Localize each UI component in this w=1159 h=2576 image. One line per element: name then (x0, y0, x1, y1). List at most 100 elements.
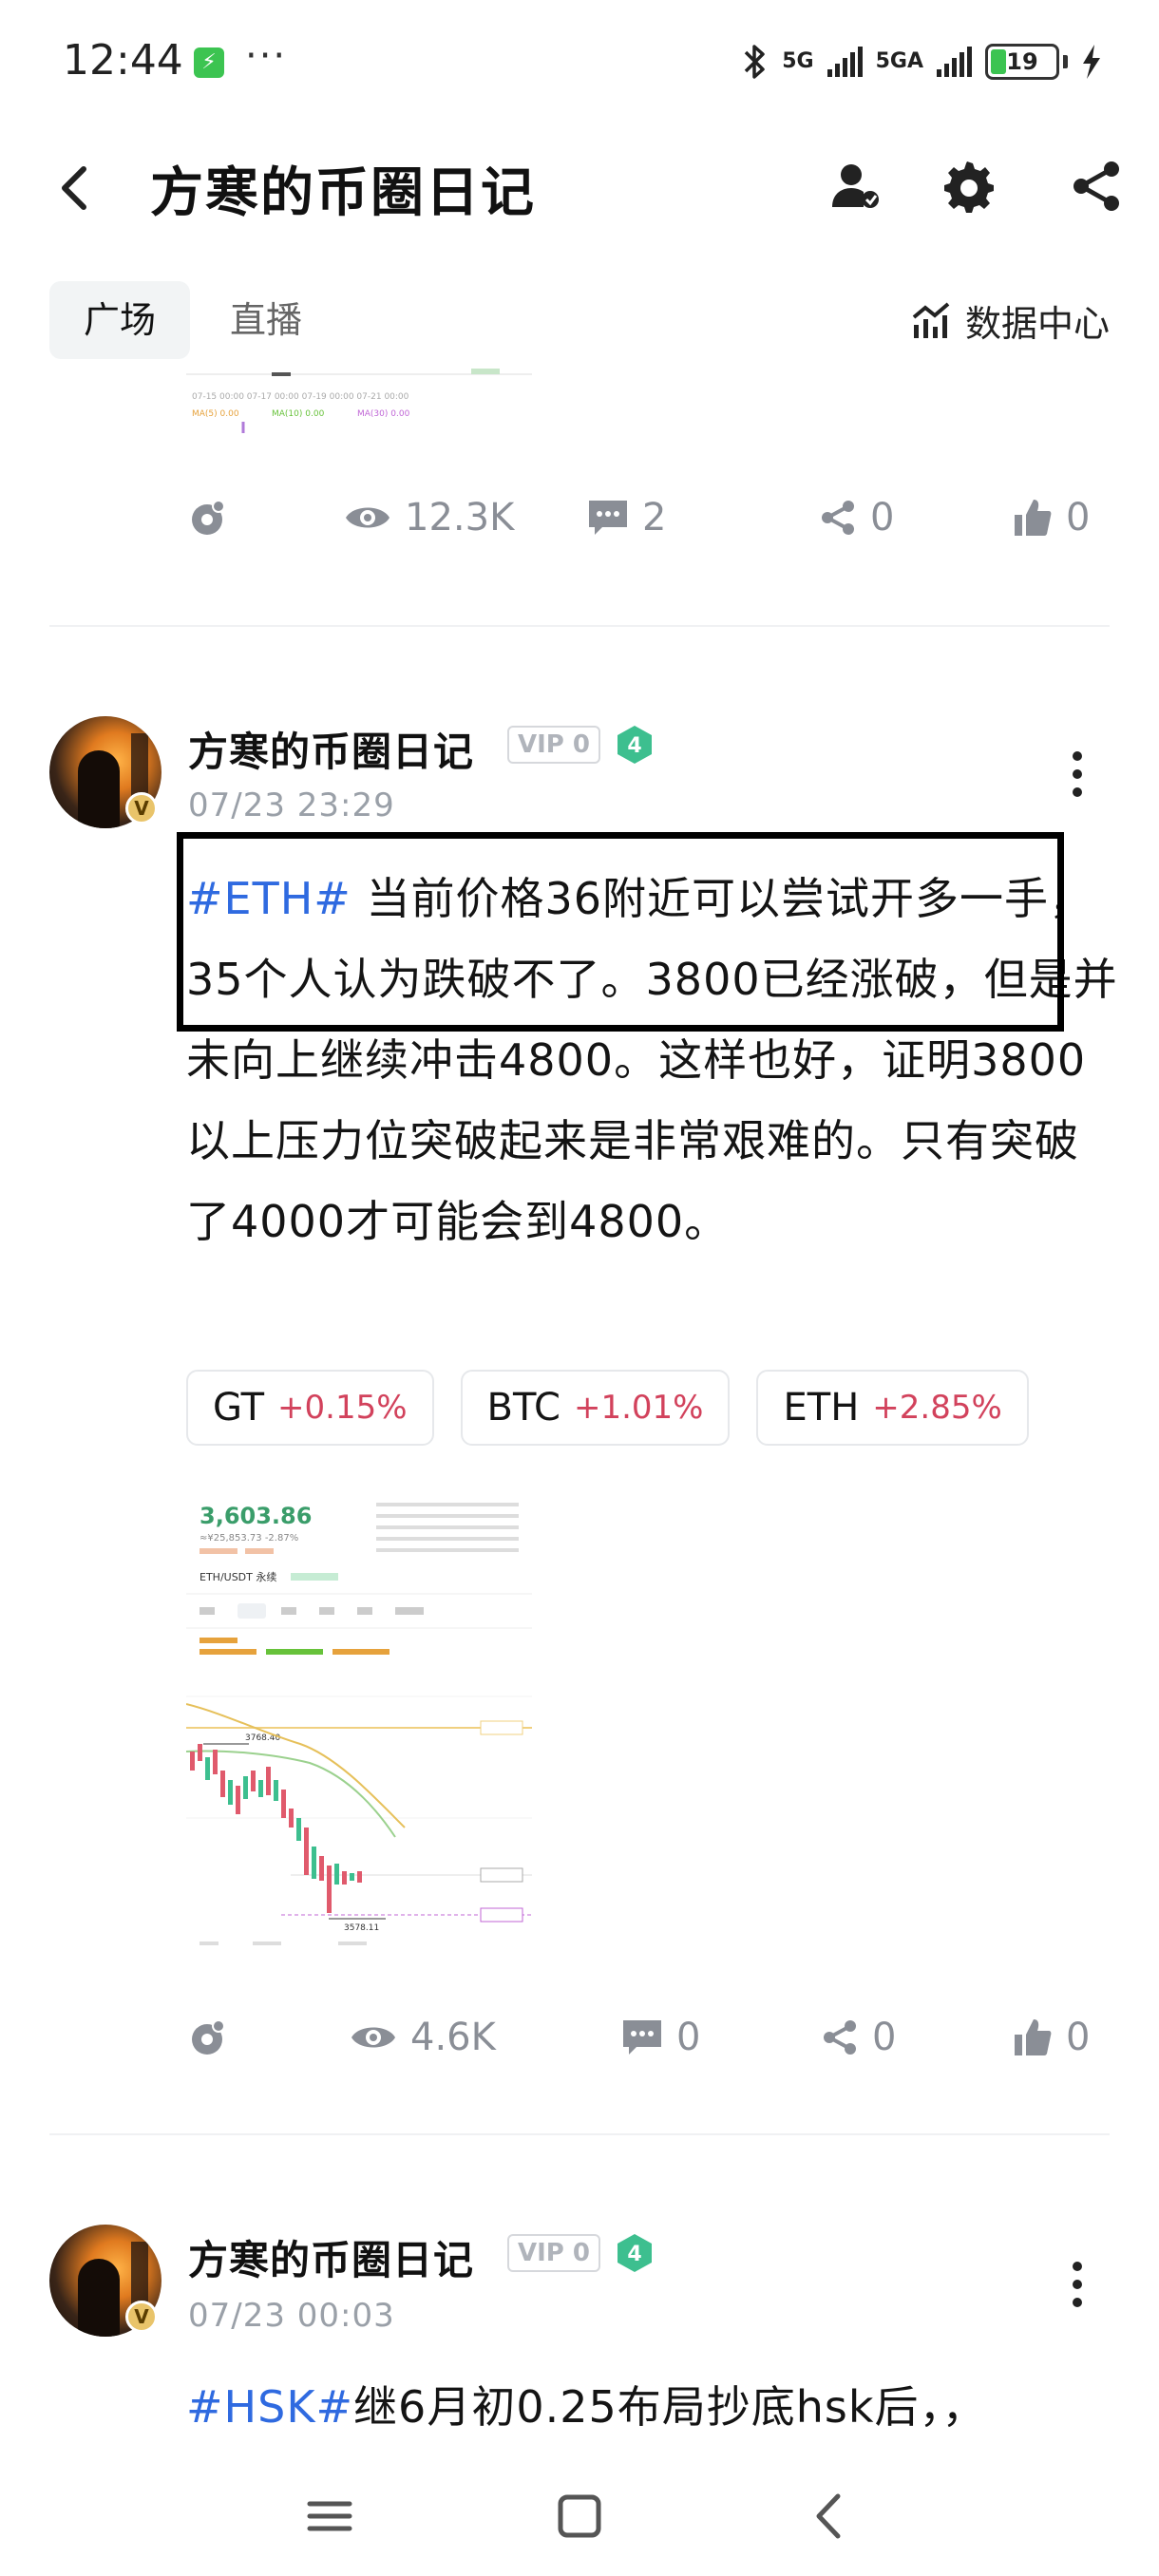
coin-change: +2.85% (872, 1389, 1002, 1427)
network-label-2: 5GA (875, 49, 923, 73)
eye-icon (346, 507, 390, 528)
shares-value: 0 (872, 2016, 897, 2059)
level-badge-icon: 4 (618, 726, 652, 764)
level-value: 4 (627, 2243, 641, 2266)
tab-bar: 广场 直播 数据中心 (0, 281, 1159, 367)
coin-change: +1.01% (573, 1389, 704, 1427)
settings-gear-icon[interactable] (937, 156, 998, 217)
repost-button[interactable] (186, 2004, 228, 2071)
share-post-icon (822, 501, 854, 535)
svg-text:07-15 00:00 07-17 00:00 07-1: 07-15 00:00 07-17 00:00 07-19 00:00 07-2… (192, 392, 409, 402)
share-post-icon (824, 2020, 856, 2055)
charging-bolt-icon (1083, 45, 1100, 79)
svg-text:MA(5) 0.00: MA(5) 0.00 (192, 409, 239, 419)
shares-value: 0 (870, 496, 895, 540)
vip-badge: VIP 0 (507, 726, 600, 764)
repost-icon (192, 2019, 225, 2055)
post-time: 07/23 23:29 (188, 786, 395, 824)
network-label-1: 5G (782, 49, 814, 73)
highlight-box (177, 832, 1064, 1032)
data-center-button[interactable]: 数据中心 (910, 294, 1110, 347)
coin-symbol: ETH (783, 1386, 860, 1430)
bluetooth-icon (744, 45, 765, 79)
signal-strength-icon-2 (937, 47, 972, 77)
status-indicators: 5G 5GA 19 (740, 38, 1102, 85)
more-options-icon[interactable] (1068, 2257, 1087, 2314)
system-nav-bar (0, 2460, 1159, 2576)
vip-badge: VIP 0 (507, 2234, 600, 2272)
like-button[interactable]: 0 (1013, 484, 1090, 551)
comment-button[interactable]: 0 (621, 2004, 700, 2071)
views-value: 4.6K (410, 2016, 496, 2059)
thumb-pair: ETH/USDT 永续 (200, 1570, 276, 1583)
post-actions-top: 12.3K 2 0 0 (186, 484, 1117, 551)
tab-live[interactable]: 直播 (196, 281, 336, 359)
coin-change: +0.15% (277, 1389, 408, 1427)
like-button[interactable]: 0 (1013, 2004, 1090, 2071)
share-post-button[interactable]: 0 (821, 2004, 896, 2071)
thumb-price: 3,603.86 (200, 1503, 312, 1529)
coin-tag-btc[interactable]: BTC +1.01% (460, 1370, 731, 1446)
thumb-sub: ≈¥25,853.73 -2.87% (200, 1533, 298, 1544)
chart-screenshot-graphic: 3,603.86 ≈¥25,853.73 -2.87% ETH/USDT 永续 … (186, 1495, 532, 1960)
chart-thumbnail-graphic: 07-15 00:00 07-17 00:00 07-19 00:00 07-2… (186, 369, 532, 433)
back-nav-icon[interactable] (796, 2483, 863, 2549)
share-icon[interactable] (1066, 156, 1127, 217)
author-name[interactable]: 方寒的币圈日记 (188, 720, 474, 778)
comment-icon (623, 2020, 661, 2055)
tab-plaza[interactable]: 广场 (49, 281, 191, 359)
status-bar: 12:44 ⚡ ··· 5G 5GA 19 (0, 0, 1159, 123)
share-post-button[interactable]: 0 (819, 484, 894, 551)
post-time: 07/23 00:03 (188, 2297, 395, 2335)
repost-button[interactable] (186, 484, 228, 551)
charging-app-icon: ⚡ (194, 47, 224, 78)
coin-tag-gt[interactable]: GT +0.15% (186, 1370, 434, 1446)
svg-text:MA(10) 0.00: MA(10) 0.00 (272, 409, 325, 419)
more-options-icon[interactable] (1068, 747, 1087, 804)
post-text: 继6月初0.25布局抄底hsk后，， (353, 2381, 987, 2433)
app-header: 方寒的币圈日记 (0, 123, 1159, 247)
chart-thumbnail-partial[interactable]: 07-15 00:00 07-17 00:00 07-19 00:00 07-2… (186, 369, 532, 445)
thumb-low-label: 3578.11 (344, 1923, 379, 1933)
eye-icon (352, 2027, 395, 2048)
page-title: 方寒的币圈日记 (150, 162, 536, 224)
coin-tags: GT +0.15% BTC +1.01% ETH +2.85% (186, 1370, 1029, 1446)
post-divider (49, 625, 1110, 627)
menu-icon[interactable] (296, 2483, 363, 2549)
signal-strength-icon (826, 47, 863, 77)
views-count: 4.6K (350, 2004, 496, 2071)
post-actions-eth: 4.6K 0 0 0 (186, 2004, 1117, 2071)
level-value: 4 (627, 734, 641, 758)
comments-value: 2 (642, 496, 667, 540)
coin-tag-eth[interactable]: ETH +2.85% (756, 1370, 1029, 1446)
chart-screenshot-thumbnail[interactable]: 3,603.86 ≈¥25,853.73 -2.87% ETH/USDT 永续 … (186, 1495, 532, 1960)
views-count: 12.3K (344, 484, 514, 551)
battery-cap (1063, 55, 1068, 68)
more-notifications-icon: ··· (245, 34, 288, 78)
comment-button[interactable]: 2 (587, 484, 666, 551)
likes-value: 0 (1066, 2016, 1091, 2059)
repost-icon (192, 500, 225, 535)
thumbs-up-icon (1015, 2019, 1052, 2055)
views-value: 12.3K (405, 496, 515, 540)
coin-symbol: BTC (486, 1386, 560, 1430)
verified-badge-icon: V (125, 792, 158, 824)
svg-text:MA(30) 0.00: MA(30) 0.00 (357, 409, 410, 419)
post-divider (49, 2133, 1110, 2135)
post-hashtag[interactable]: #HSK# (186, 2381, 353, 2433)
status-time: 12:44 (63, 36, 183, 85)
chart-trend-icon (912, 301, 950, 338)
follow-user-icon[interactable] (825, 156, 885, 217)
post-body[interactable]: #HSK#继6月初0.25布局抄底hsk后，， (186, 2367, 1121, 2448)
comments-value: 0 (676, 2016, 701, 2059)
back-arrow-icon[interactable] (51, 160, 99, 217)
verified-badge-icon: V (125, 2301, 158, 2333)
battery-icon: 19 (985, 44, 1059, 80)
home-icon[interactable] (546, 2483, 613, 2549)
data-center-label: 数据中心 (964, 303, 1110, 345)
coin-symbol: GT (213, 1386, 265, 1430)
level-badge-icon: 4 (618, 2234, 652, 2272)
author-name[interactable]: 方寒的币圈日记 (188, 2228, 474, 2286)
thumbs-up-icon (1015, 500, 1052, 536)
battery-level: 19 (1006, 48, 1038, 75)
